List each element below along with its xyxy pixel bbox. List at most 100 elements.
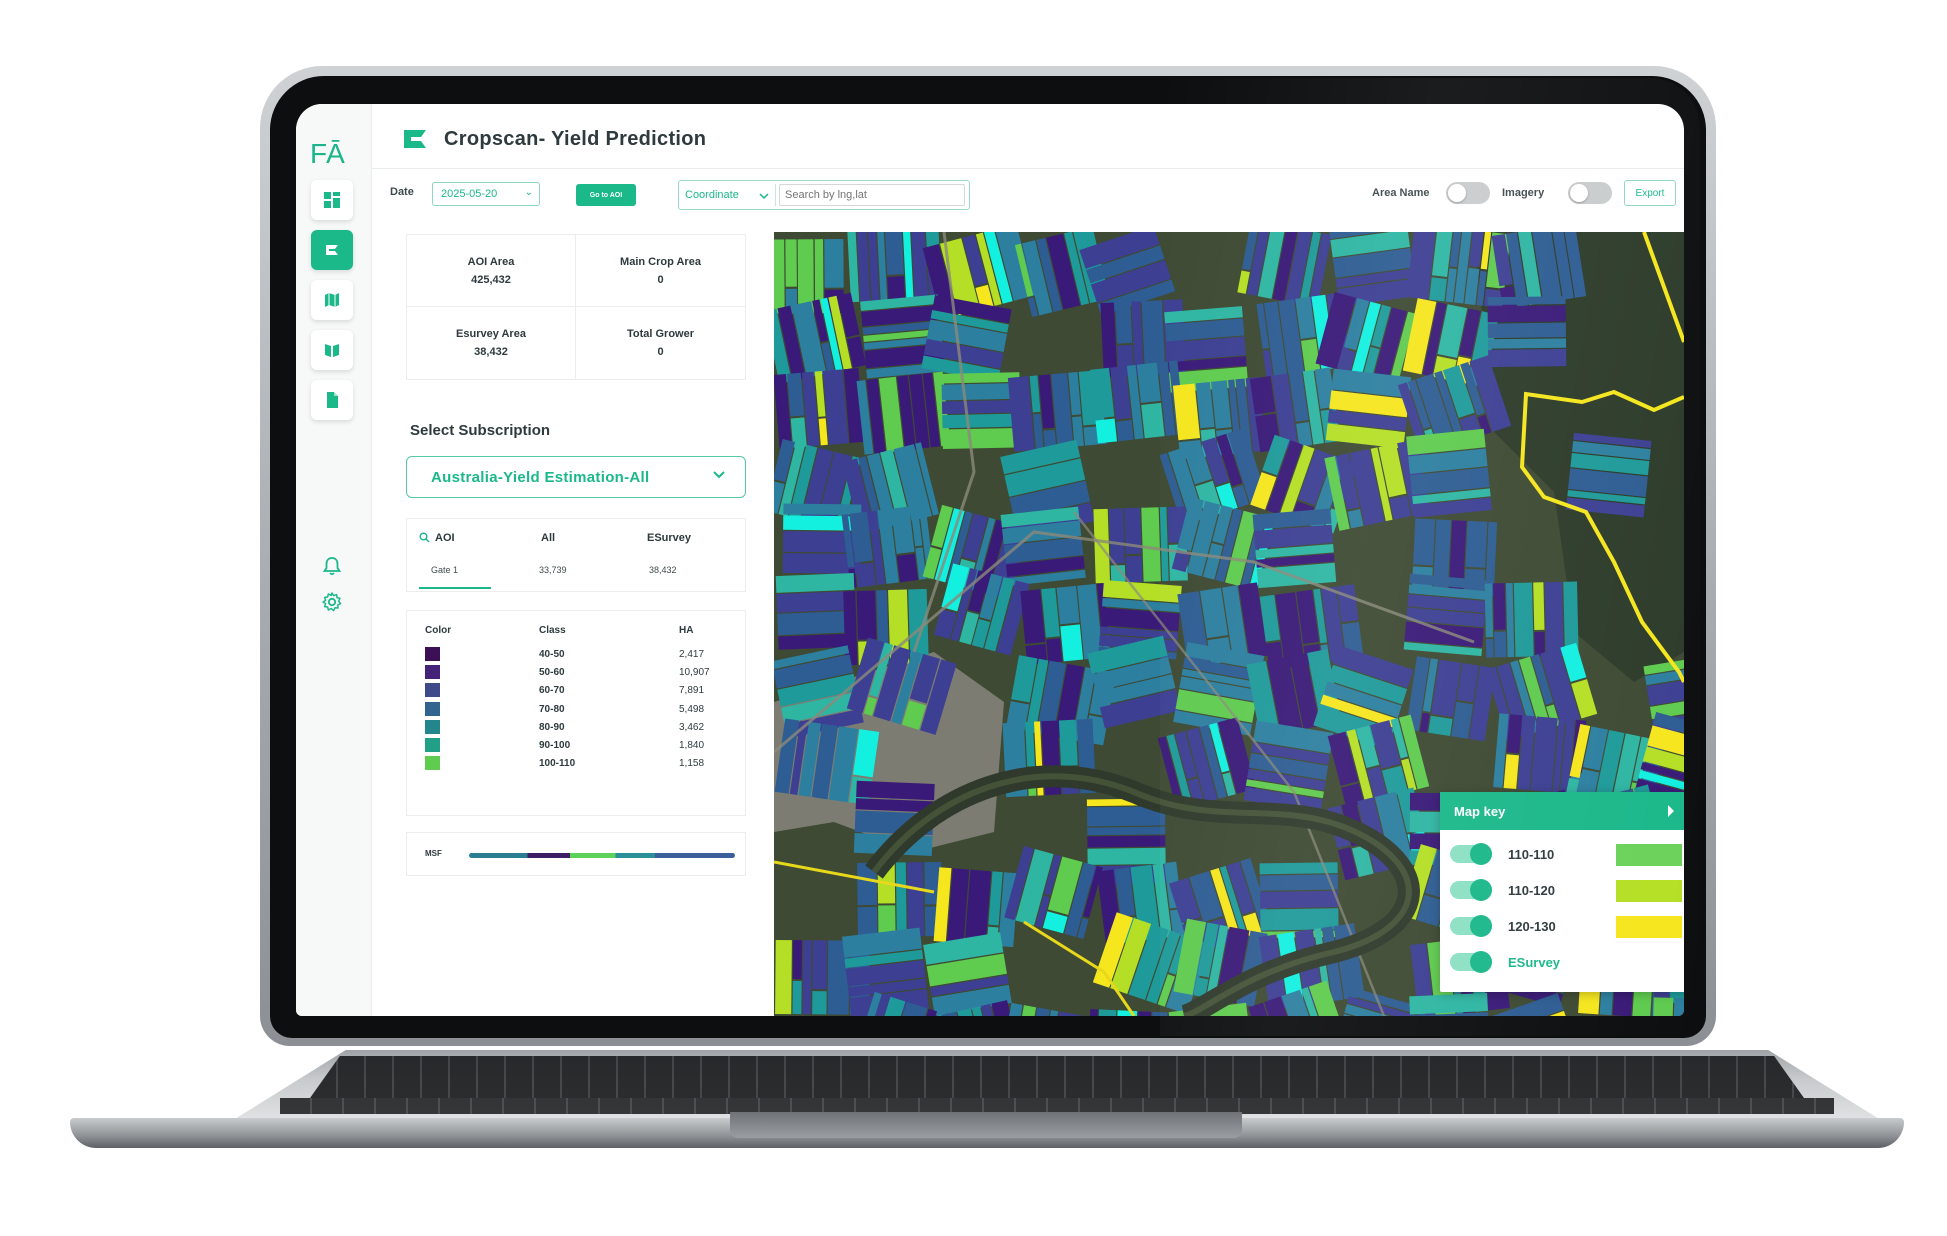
msf-card: MSF	[406, 832, 746, 876]
app-screen: FĀ Cropscan- Yield Prediction Date 2025-…	[296, 104, 1684, 1016]
toggle-knob	[1470, 879, 1492, 901]
book-nav-button[interactable]	[311, 330, 353, 370]
subscription-value: Australia-Yield Estimation-All	[431, 468, 650, 486]
crop-field	[812, 940, 828, 990]
bell-icon[interactable]	[318, 552, 346, 580]
map-key-item: 120-130	[1440, 912, 1684, 940]
crop-field	[942, 413, 1021, 429]
crop-field	[1060, 624, 1084, 662]
stat-value: 425,432	[471, 273, 511, 286]
crop-field	[1544, 581, 1564, 657]
crop-field	[884, 232, 904, 276]
crop-field	[797, 239, 814, 314]
laptop-base	[70, 1050, 1904, 1148]
chevron-down-icon	[759, 193, 769, 200]
layer-toggle[interactable]	[1450, 951, 1492, 973]
layer-toggle[interactable]	[1450, 915, 1492, 937]
crop-field	[785, 239, 797, 287]
field-block	[1325, 368, 1412, 449]
esurvey-area-stat: Esurvey Area 38,432	[407, 307, 576, 379]
search-input[interactable]	[779, 184, 965, 206]
crop-field	[896, 553, 919, 583]
crop-field	[1513, 582, 1534, 657]
layer-toggle[interactable]	[1450, 879, 1492, 901]
field-block	[857, 861, 943, 937]
crop-field	[1058, 719, 1078, 766]
crop-field	[1087, 835, 1166, 848]
map-nav-button[interactable]	[311, 280, 353, 320]
toggle-knob	[1470, 951, 1492, 973]
trackpad	[730, 1112, 1242, 1138]
crop-field	[1141, 402, 1165, 439]
aoi-row-all: 33,739	[539, 565, 567, 575]
aoi-row-name[interactable]: Gate 1	[431, 565, 458, 575]
map-key-item: 110-110	[1440, 840, 1684, 868]
map-key-panel: Map key 110-110 110-120 120-130 ESurvey	[1440, 792, 1684, 992]
subscription-select[interactable]: Australia-Yield Estimation-All	[406, 456, 746, 498]
crop-field	[1673, 997, 1684, 1016]
crop-field	[843, 591, 858, 666]
crop-field	[1115, 301, 1133, 344]
aoi-table: AOI All ESurvey Gate 1 33,739 38,432	[406, 518, 746, 592]
crop-field	[856, 590, 877, 640]
document-nav-button[interactable]	[311, 380, 353, 420]
crop-field	[1108, 508, 1125, 564]
caret-right-icon[interactable]	[1668, 805, 1674, 817]
crop-field	[1087, 847, 1166, 865]
crop-field	[1428, 715, 1453, 737]
layer-toggle[interactable]	[1450, 843, 1492, 865]
area-name-toggle[interactable]	[1446, 182, 1490, 204]
crop-field	[792, 980, 802, 1015]
toggle-knob	[1448, 184, 1466, 202]
crop-field	[1487, 305, 1566, 323]
crop-field	[1087, 826, 1166, 836]
field-block	[1487, 296, 1567, 368]
crop-field	[1116, 420, 1134, 442]
map-key-swatch	[1616, 880, 1682, 902]
legend-ha: 7,891	[679, 685, 705, 697]
legend-row: 70-80 5,498	[407, 700, 747, 718]
crop-field	[856, 780, 935, 801]
chevron-down-icon: ⌄	[524, 187, 533, 198]
cropscan-nav-button[interactable]	[311, 230, 353, 270]
crop-field	[1487, 338, 1567, 349]
all-header: All	[541, 532, 556, 544]
legend-swatch	[425, 738, 440, 752]
search-separator	[775, 184, 776, 206]
map-key-header[interactable]: Map key	[1440, 792, 1684, 830]
dashboard-nav-button[interactable]	[311, 180, 353, 220]
legend-ha: 1,158	[679, 758, 705, 770]
toggle-knob	[1570, 184, 1588, 202]
msf-color-bar	[469, 853, 735, 858]
legend-swatch	[425, 719, 440, 734]
gear-icon[interactable]	[318, 588, 346, 616]
crop-field	[941, 372, 1020, 384]
crop-field	[1095, 418, 1118, 444]
crop-field	[802, 940, 812, 1015]
crop-field	[895, 862, 907, 937]
field-block	[1651, 997, 1684, 1016]
page-title: Cropscan- Yield Prediction	[444, 127, 707, 150]
legend-class: 60-70	[539, 685, 565, 697]
map-key-swatch	[1616, 844, 1682, 866]
crop-field	[941, 383, 1020, 401]
search-icon[interactable]	[419, 532, 430, 543]
crop-field	[941, 399, 1021, 415]
legend-row: 60-70 7,891	[407, 681, 747, 699]
stat-label: Total Grower	[626, 328, 695, 340]
legend-ha: 5,498	[679, 703, 705, 715]
legend-class-header: Class	[539, 625, 566, 636]
chevron-down-icon	[713, 471, 725, 479]
crop-field	[857, 906, 878, 937]
crop-field	[812, 991, 827, 1015]
imagery-toggle[interactable]	[1568, 182, 1612, 204]
go-to-aoi-button[interactable]: Go to AOI	[576, 184, 636, 206]
date-picker[interactable]: 2025-05-20 ⌄	[432, 182, 540, 206]
crop-field	[1259, 874, 1338, 891]
selected-row-indicator	[419, 587, 491, 589]
date-label: Date	[390, 186, 414, 198]
export-button[interactable]: Export	[1624, 180, 1676, 206]
crop-field	[1056, 585, 1080, 625]
toggle-knob	[1470, 915, 1492, 937]
coordinate-select[interactable]: Coordinate	[685, 189, 757, 201]
